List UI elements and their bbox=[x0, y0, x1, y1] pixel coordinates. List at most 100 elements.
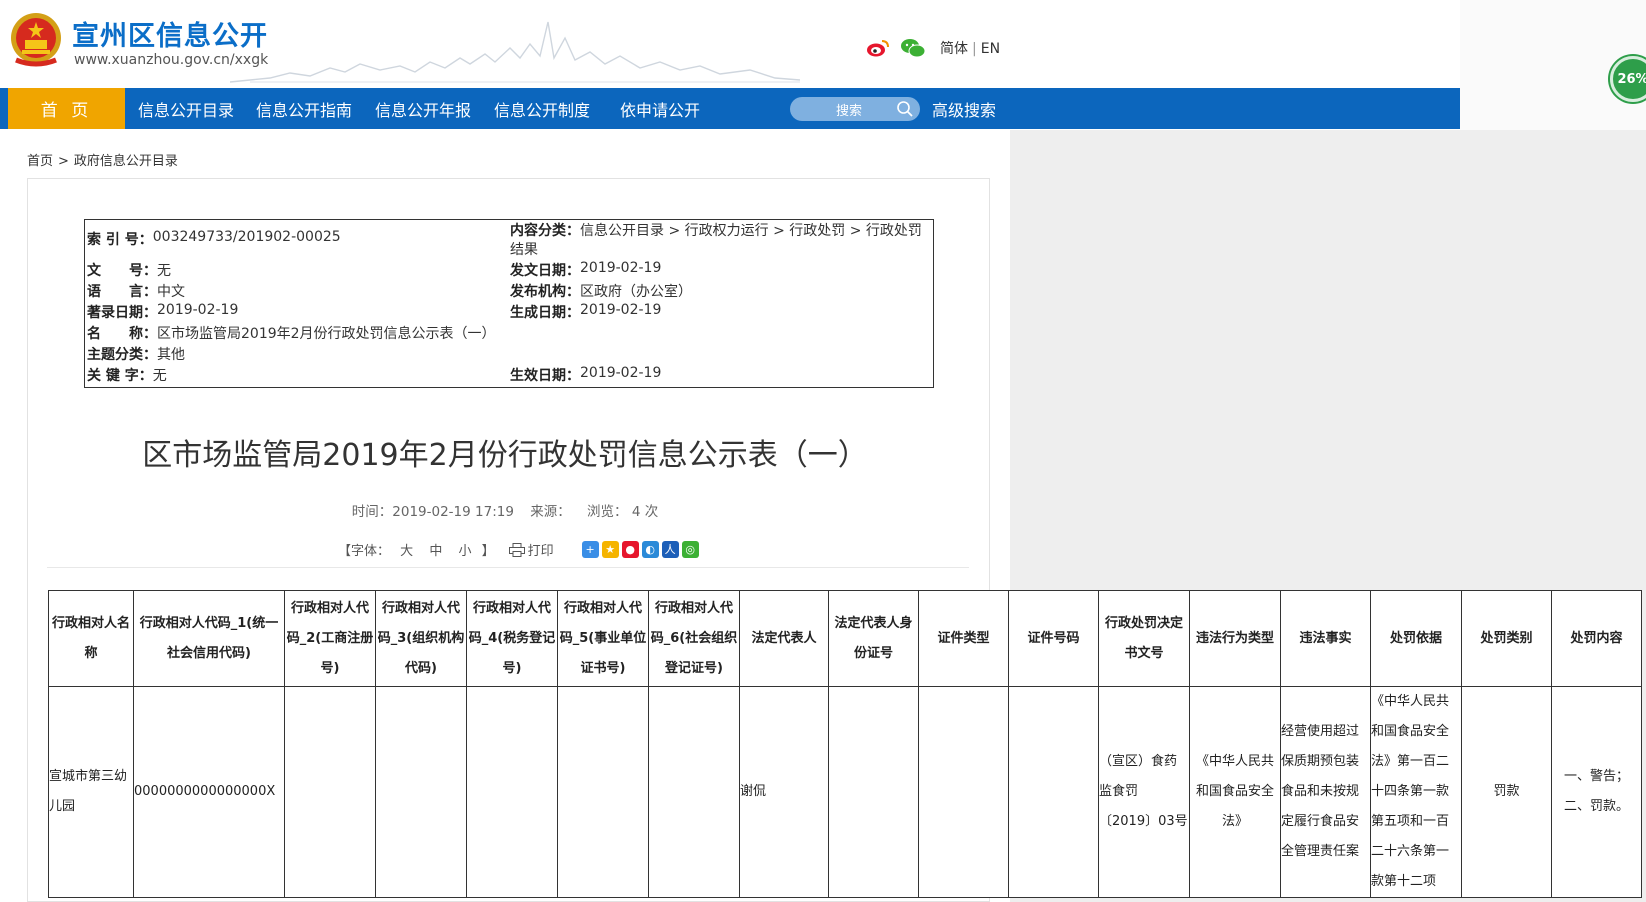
share-weibo-icon[interactable]: ● bbox=[621, 541, 639, 558]
share-star-icon[interactable]: ★ bbox=[601, 541, 619, 558]
table-header-cell: 行政相对人名称 bbox=[48, 590, 134, 687]
main-nav: 首 页 信息公开目录 信息公开指南 信息公开年报 信息公开制度 依申请公开 搜索… bbox=[0, 88, 1460, 129]
meta-effective-date-label: 生效日期： bbox=[510, 368, 580, 384]
nav-item-request[interactable]: 依申请公开 bbox=[620, 88, 700, 129]
document-title: 区市场监管局2019年2月份行政处罚信息公示表（一） bbox=[142, 438, 868, 473]
nav-item-catalog[interactable]: 信息公开目录 bbox=[138, 88, 234, 129]
meta-gen-date-value: 2019-02-19 bbox=[580, 302, 662, 318]
weibo-icon[interactable] bbox=[866, 38, 890, 58]
wechat-icon[interactable] bbox=[900, 38, 926, 58]
meta-record-date-label: 著录日期： bbox=[87, 305, 157, 321]
meta-publisher-label: 发布机构： bbox=[510, 284, 580, 300]
document-info: 时间：2019-02-19 17:19 来源： 浏览： 4 次 bbox=[0, 500, 1010, 520]
table-cell: 一、警告；二、罚款。 bbox=[1551, 686, 1642, 898]
meta-name-value: 区市场监管局2019年2月份行政处罚信息公示表（一） bbox=[157, 326, 496, 342]
table-header-row: 行政相对人名称 行政相对人代码_1(统一社会信用代码) 行政相对人代码_2(工商… bbox=[48, 590, 1642, 687]
search-placeholder: 搜索 bbox=[836, 103, 863, 119]
breadcrumb: 首页 > 政府信息公开目录 bbox=[27, 150, 178, 169]
meta-record-date-value: 2019-02-19 bbox=[157, 302, 239, 318]
document-views: 浏览： 4 次 bbox=[587, 504, 659, 520]
nav-item-annual-report[interactable]: 信息公开年报 bbox=[375, 88, 471, 129]
table-header-cell: 违法行为类型 bbox=[1189, 590, 1281, 687]
meta-keyword-value: 无 bbox=[152, 368, 167, 384]
table-row: 宣城市第三幼儿园 0000000000000000X 谢侃 （宣区）食药监食罚〔… bbox=[48, 686, 1642, 898]
search-input[interactable]: 搜索 bbox=[790, 97, 920, 121]
meta-category-value-cont: 结果 bbox=[510, 242, 538, 258]
table-cell: 宣城市第三幼儿园 bbox=[48, 686, 134, 898]
advanced-search-link[interactable]: 高级搜索 bbox=[932, 88, 996, 129]
document-tools: 【字体： 大 中 小 】 打印 + ★ ● ◐ 人 ◎ bbox=[338, 540, 702, 559]
document-meta-box: 索 引 号： 003249733/201902-00025 内容分类： 信息公开目录… bbox=[84, 219, 934, 388]
table-cell: 经营使用超过保质期预包装食品和未按规定履行食品安全管理责任案 bbox=[1280, 686, 1371, 898]
meta-language-label: 语 言： bbox=[87, 284, 157, 300]
table-header-cell: 证件号码 bbox=[1008, 590, 1099, 687]
meta-topic-value: 其他 bbox=[157, 347, 185, 363]
meta-language-value: 中文 bbox=[157, 284, 185, 300]
table-header-cell: 违法事实 bbox=[1280, 590, 1371, 687]
national-emblem-icon bbox=[11, 13, 61, 67]
table-header-cell: 处罚类别 bbox=[1461, 590, 1552, 687]
print-icon[interactable] bbox=[508, 542, 525, 557]
table-header-cell: 行政相对人代码_4(税务登记号) bbox=[466, 590, 558, 687]
table-cell: 《中华人民共和国食品安全法》第一百二十四条第一款第五项和一百二十六条第一款第十二… bbox=[1370, 686, 1462, 898]
table-header-cell: 处罚内容 bbox=[1551, 590, 1642, 687]
meta-index-label: 索 引 号： bbox=[87, 232, 153, 248]
nav-item-guide[interactable]: 信息公开指南 bbox=[256, 88, 352, 129]
table-cell bbox=[918, 686, 1009, 898]
table-header-cell: 行政相对人代码_3(组织机构代码) bbox=[375, 590, 467, 687]
breadcrumb-home[interactable]: 首页 bbox=[27, 154, 53, 169]
meta-topic-label: 主题分类： bbox=[87, 347, 157, 363]
penalty-table: 行政相对人名称 行政相对人代码_1(统一社会信用代码) 行政相对人代码_2(工商… bbox=[48, 590, 1642, 898]
meta-category-value: 信息公开目录 > 行政权力运行 > 行政处罚 > 行政处罚 bbox=[580, 223, 922, 239]
table-header-cell: 证件类型 bbox=[918, 590, 1009, 687]
table-cell: 谢侃 bbox=[739, 686, 829, 898]
lang-en-link[interactable]: EN bbox=[981, 41, 1000, 57]
lang-simplified-link[interactable]: 简体 bbox=[940, 41, 968, 57]
share-tencent-icon[interactable]: ◐ bbox=[641, 541, 659, 558]
font-large-button[interactable]: 大 bbox=[400, 544, 413, 559]
table-header-cell: 行政相对人代码_5(事业单位证书号) bbox=[557, 590, 649, 687]
breadcrumb-catalog[interactable]: 政府信息公开目录 bbox=[74, 154, 178, 169]
site-header: 宣州区信息公开 www.xuanzhou.gov.cn/xxgk 简体 | EN bbox=[0, 0, 1460, 88]
table-cell: 《中华人民共和国食品安全法》 bbox=[1189, 686, 1281, 898]
table-header-cell: 法定代表人 bbox=[739, 590, 829, 687]
meta-issue-date-value: 2019-02-19 bbox=[580, 260, 662, 276]
table-cell bbox=[648, 686, 740, 898]
print-button[interactable]: 打印 bbox=[528, 540, 554, 559]
table-cell bbox=[375, 686, 467, 898]
document-time: 时间：2019-02-19 17:19 bbox=[351, 504, 514, 520]
city-skyline-graphic bbox=[230, 21, 800, 83]
share-wechat-icon[interactable]: ◎ bbox=[681, 541, 699, 558]
meta-issue-date-label: 发文日期： bbox=[510, 263, 580, 279]
table-header-cell: 处罚依据 bbox=[1370, 590, 1462, 687]
font-medium-button[interactable]: 中 bbox=[429, 544, 442, 559]
meta-docno-value: 无 bbox=[157, 263, 171, 279]
table-header-cell: 行政相对人代码_2(工商注册号) bbox=[284, 590, 376, 687]
table-cell: 罚款 bbox=[1461, 686, 1552, 898]
table-cell bbox=[828, 686, 919, 898]
nav-home[interactable]: 首 页 bbox=[8, 88, 125, 129]
table-header-cell: 行政相对人代码_6(社会组织登记证号) bbox=[648, 590, 740, 687]
meta-gen-date-label: 生成日期： bbox=[510, 305, 580, 321]
table-cell: 0000000000000000X bbox=[133, 686, 285, 898]
table-cell bbox=[557, 686, 649, 898]
nav-item-system[interactable]: 信息公开制度 bbox=[494, 88, 590, 129]
meta-effective-date-value: 2019-02-19 bbox=[580, 365, 662, 381]
lang-separator: | bbox=[972, 41, 977, 57]
table-cell bbox=[466, 686, 558, 898]
document-source: 来源： bbox=[530, 504, 571, 520]
table-cell: （宣区）食药监食罚〔2019〕03号 bbox=[1098, 686, 1190, 898]
divider bbox=[47, 567, 969, 568]
share-qzone-icon[interactable]: + bbox=[581, 541, 599, 558]
font-small-button[interactable]: 小 bbox=[458, 544, 471, 559]
search-icon[interactable] bbox=[896, 100, 914, 118]
meta-category-label: 内容分类： bbox=[510, 223, 580, 239]
table-cell bbox=[1008, 686, 1099, 898]
table-header-cell: 法定代表人身份证号 bbox=[828, 590, 919, 687]
breadcrumb-separator: > bbox=[58, 154, 69, 169]
share-renren-icon[interactable]: 人 bbox=[661, 541, 679, 558]
table-cell bbox=[284, 686, 376, 898]
meta-keyword-label: 关 键 字： bbox=[87, 368, 153, 384]
font-size-open: 【字体： bbox=[338, 544, 391, 559]
meta-docno-label: 文 号： bbox=[87, 263, 157, 279]
